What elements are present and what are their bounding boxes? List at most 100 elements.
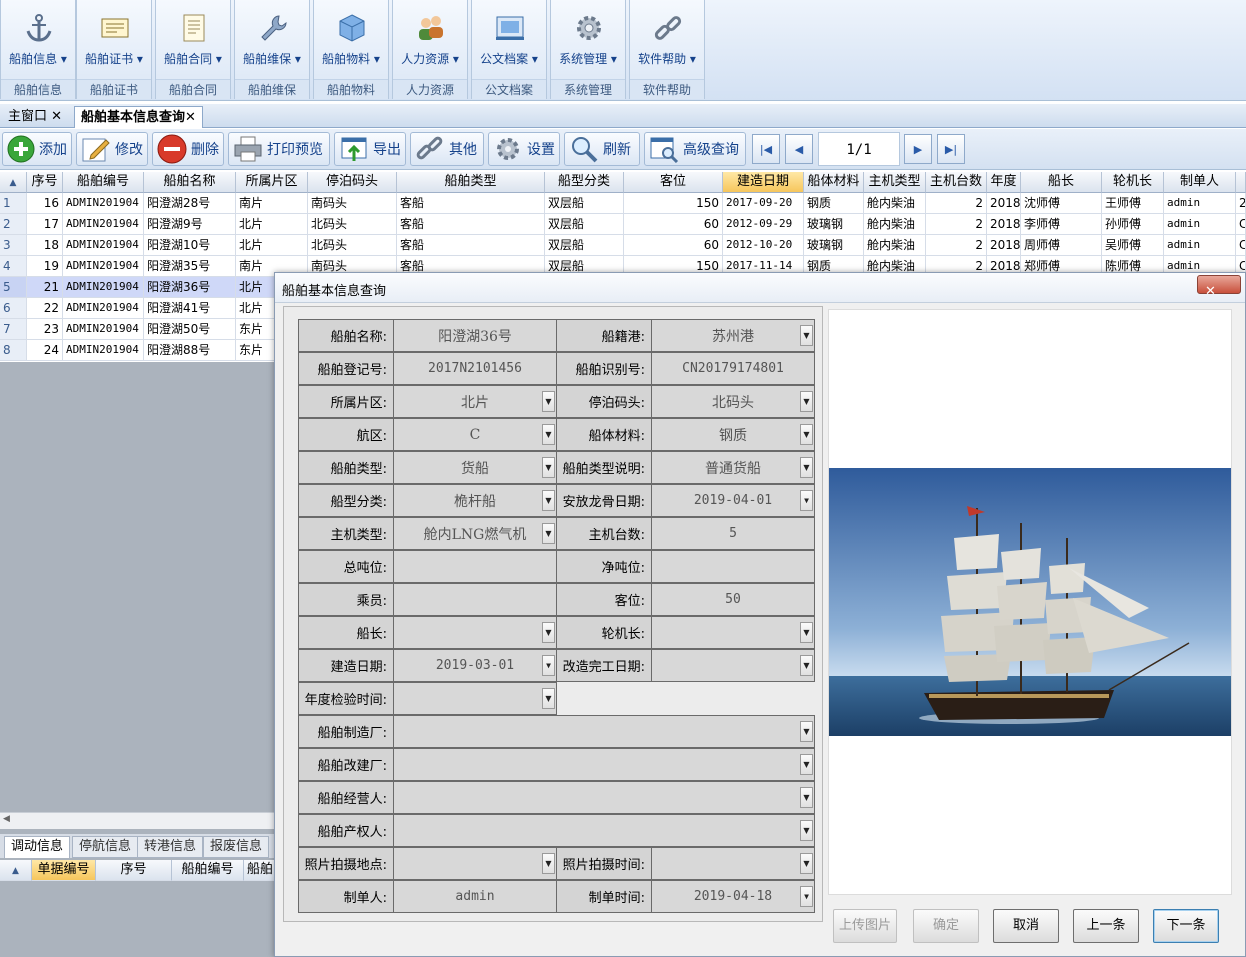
table-cell[interactable]: 客船 <box>397 193 545 214</box>
maker-field[interactable]: admin <box>393 880 557 913</box>
ribbon-group-system[interactable]: 系统管理 ▾ 系统管理 <box>550 0 626 99</box>
table-cell[interactable]: 舱内柴油 <box>864 193 926 214</box>
chevron-down-icon[interactable]: ▼ <box>800 424 813 445</box>
table-cell[interactable]: 2 <box>926 214 987 235</box>
table-cell[interactable]: 2 <box>926 235 987 256</box>
area-select[interactable]: 北片 ▼ <box>393 385 557 418</box>
table-cell[interactable]: 1 <box>0 193 27 214</box>
table-cell[interactable]: 阳澄湖10号 <box>144 235 236 256</box>
table-cell[interactable]: 16 <box>27 193 63 214</box>
ship-type-desc-select[interactable]: 普通货船 ▼ <box>651 451 815 484</box>
table-cell[interactable]: admin <box>1164 235 1236 256</box>
table-cell[interactable]: 北片 <box>236 235 308 256</box>
ribbon-group-archive[interactable]: 公文档案 ▾ 公文档案 <box>471 0 547 99</box>
engine-type-select[interactable]: 舱内LNG燃气机 ▼ <box>393 517 557 550</box>
table-cell[interactable]: 李师傅 <box>1021 214 1102 235</box>
print-preview-button[interactable]: 打印预览 <box>228 132 330 166</box>
confirm-button[interactable]: 确定 <box>913 909 979 943</box>
next-page-button[interactable]: ▶ <box>904 134 932 164</box>
port-select[interactable]: 苏州港 ▼ <box>651 319 815 352</box>
table-cell[interactable]: 北码头 <box>308 214 397 235</box>
column-header[interactable]: 主机类型 <box>864 172 926 193</box>
gross-tonnage-field[interactable] <box>393 550 557 583</box>
table-cell[interactable]: 24 <box>27 340 63 361</box>
row-selector-header[interactable]: ▲ <box>0 860 32 881</box>
table-cell[interactable]: 双层船 <box>545 214 624 235</box>
chevron-down-icon[interactable]: ▼ <box>800 853 813 874</box>
table-cell[interactable]: 2017-09-20 <box>723 193 804 214</box>
identification-number-field[interactable]: CN20179174801 <box>651 352 815 385</box>
chevron-down-icon[interactable]: ▼ <box>800 457 813 478</box>
column-header[interactable]: 船长 <box>1021 172 1102 193</box>
table-cell[interactable]: 客船 <box>397 235 545 256</box>
table-cell[interactable]: 阳澄湖28号 <box>144 193 236 214</box>
column-header[interactable]: 船舶 <box>244 860 276 881</box>
column-header[interactable]: 制单人 <box>1164 172 1236 193</box>
table-cell[interactable]: 王师傅 <box>1102 193 1164 214</box>
table-cell[interactable]: 双层船 <box>545 235 624 256</box>
photo-location-select[interactable]: ▼ <box>393 847 557 880</box>
table-cell[interactable]: 60 <box>624 235 723 256</box>
table-cell[interactable]: C <box>1236 235 1246 256</box>
table-row[interactable]: 1 16 ADMIN201904 阳澄湖28号 南片 南码头 客船 双层船 150 2017-09… <box>0 193 1246 214</box>
hull-material-select[interactable]: 钢质 ▼ <box>651 418 815 451</box>
chevron-down-icon[interactable]: ▼ <box>542 391 555 412</box>
cancel-button[interactable]: 取消 <box>993 909 1059 943</box>
table-cell[interactable]: 阳澄湖9号 <box>144 214 236 235</box>
tab-suspension-info[interactable]: 停航信息 <box>72 836 139 858</box>
table-cell[interactable]: 22 <box>27 298 63 319</box>
table-cell[interactable]: ADMIN201904 <box>63 277 144 298</box>
chevron-down-icon[interactable]: ▼ <box>542 655 555 676</box>
seats-field[interactable]: 50 <box>651 583 815 616</box>
table-cell[interactable]: ADMIN201904 <box>63 298 144 319</box>
column-header[interactable]: 年度 <box>987 172 1021 193</box>
first-page-button[interactable]: |◀ <box>752 134 780 164</box>
chevron-down-icon[interactable]: ▼ <box>800 655 813 676</box>
table-cell[interactable]: ADMIN201904 <box>63 319 144 340</box>
table-row[interactable]: 2 17 ADMIN201904 阳澄湖9号 北片 北码头 客船 双层船 60 2012-09-2… <box>0 214 1246 235</box>
chevron-down-icon[interactable]: ▼ <box>800 787 813 808</box>
table-cell[interactable]: 21 <box>27 277 63 298</box>
column-header[interactable]: 序号 <box>96 860 172 881</box>
column-header[interactable]: 序号 <box>27 172 63 193</box>
table-cell[interactable]: 舱内柴油 <box>864 214 926 235</box>
table-cell[interactable]: 60 <box>624 214 723 235</box>
column-header[interactable]: 船型分类 <box>545 172 624 193</box>
table-cell[interactable]: 17 <box>27 214 63 235</box>
close-icon[interactable]: ✕ <box>185 110 196 125</box>
table-cell[interactable]: 阳澄湖35号 <box>144 256 236 277</box>
column-header[interactable]: 停泊码头 <box>308 172 397 193</box>
table-cell[interactable]: 沈师傅 <box>1021 193 1102 214</box>
ship-class-select[interactable]: 桅杆船 ▼ <box>393 484 557 517</box>
ribbon-group-certificate[interactable]: 船舶证书 ▾ 船舶证书 <box>76 0 152 99</box>
refresh-button[interactable]: 刷新 <box>564 132 640 166</box>
table-cell[interactable]: 孙师傅 <box>1102 214 1164 235</box>
table-cell[interactable]: 5 <box>0 277 27 298</box>
prev-page-button[interactable]: ◀ <box>785 134 813 164</box>
chevron-down-icon[interactable]: ▼ <box>542 523 555 544</box>
table-cell[interactable]: 舱内柴油 <box>864 235 926 256</box>
table-cell[interactable]: 2018 <box>987 193 1021 214</box>
chief-engineer-select[interactable]: ▼ <box>651 616 815 649</box>
table-cell[interactable]: 玻璃钢 <box>804 235 864 256</box>
crew-field[interactable] <box>393 583 557 616</box>
column-header[interactable]: 主机台数 <box>926 172 987 193</box>
table-cell[interactable]: 客船 <box>397 214 545 235</box>
table-cell[interactable]: ADMIN201904 <box>63 214 144 235</box>
column-header[interactable]: 船舶编号 <box>172 860 244 881</box>
chevron-down-icon[interactable]: ▼ <box>800 886 813 907</box>
ship-type-select[interactable]: 货船 ▼ <box>393 451 557 484</box>
table-cell[interactable]: 3 <box>0 235 27 256</box>
table-cell[interactable]: 2 <box>926 193 987 214</box>
chevron-down-icon[interactable]: ▼ <box>542 688 555 709</box>
column-header[interactable]: 船舶类型 <box>397 172 545 193</box>
table-cell[interactable]: ADMIN201904 <box>63 235 144 256</box>
table-cell[interactable]: 18 <box>27 235 63 256</box>
ribbon-group-ship-info[interactable]: 船舶信息 ▾ 船舶信息 <box>0 0 76 99</box>
chevron-down-icon[interactable]: ▼ <box>800 391 813 412</box>
tab-scrap-info[interactable]: 报废信息 <box>203 836 270 858</box>
table-cell[interactable]: 南片 <box>236 193 308 214</box>
previous-record-button[interactable]: 上一条 <box>1073 909 1139 943</box>
annual-inspection-picker[interactable]: ▼ <box>393 682 557 715</box>
table-cell[interactable]: 玻璃钢 <box>804 214 864 235</box>
